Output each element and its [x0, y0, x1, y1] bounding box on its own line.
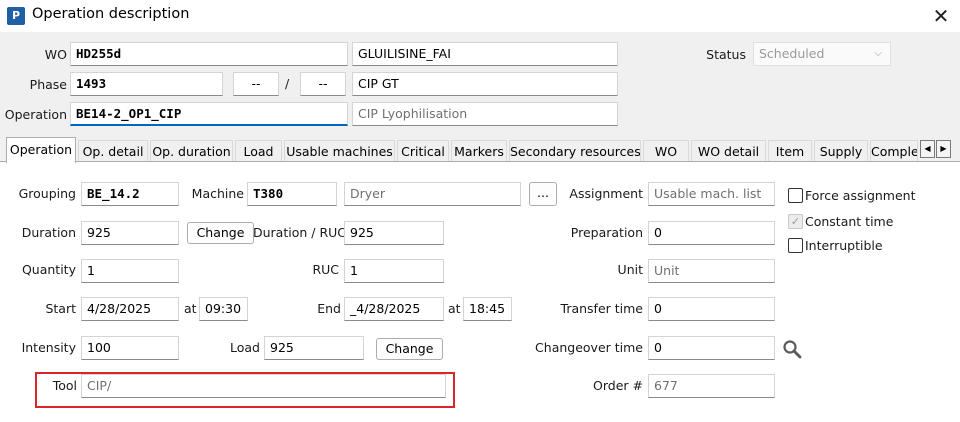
intensity-input[interactable]: 100 [81, 336, 179, 360]
ruc-label: RUC [312, 262, 339, 277]
phase-description-field[interactable]: CIP GT [352, 72, 618, 96]
tab-supply[interactable]: Supply [814, 140, 868, 162]
tab-complete[interactable]: Comple [870, 140, 918, 162]
phase-label: Phase [29, 77, 67, 92]
tab-usable-machines[interactable]: Usable machines [284, 140, 395, 162]
tool-input[interactable]: CIP/ [81, 374, 446, 398]
tab-scroll-left-icon[interactable]: ◀ [920, 140, 935, 158]
tab-critical[interactable]: Critical [397, 140, 449, 162]
status-select[interactable]: Scheduled ⌵ [753, 42, 891, 66]
phase-sub1-input[interactable]: -- [233, 72, 279, 96]
assignment-label: Assignment [569, 186, 643, 201]
preparation-label: Preparation [570, 225, 643, 240]
quantity-label: Quantity [21, 262, 76, 277]
load-label: Load [230, 340, 260, 355]
machine-input[interactable]: T380 [247, 182, 337, 206]
duration-input[interactable]: 925 [81, 221, 179, 245]
unit-input[interactable]: Unit [648, 259, 775, 283]
operation-label: Operation [4, 107, 67, 122]
tab-secondary-resources[interactable]: Secondary resources [509, 140, 641, 162]
transfer-time-label: Transfer time [560, 301, 643, 316]
app-icon: P [7, 7, 25, 25]
end-at-label: at [448, 301, 461, 316]
interruptible-label: Interruptible [805, 238, 883, 253]
quantity-input[interactable]: 1 [81, 259, 179, 283]
phase-sub2-input[interactable]: -- [300, 72, 346, 96]
tab-markers[interactable]: Markers [451, 140, 507, 162]
start-at-label: at [184, 301, 197, 316]
unit-label: Unit [617, 262, 643, 277]
interruptible-checkbox[interactable] [788, 238, 803, 253]
end-label: End [317, 301, 341, 316]
phase-input[interactable]: 1493 [70, 72, 223, 96]
status-value: Scheduled [759, 46, 825, 61]
close-icon[interactable]: ✕ [928, 3, 954, 29]
load-input[interactable]: 925 [264, 336, 364, 360]
tab-op-duration[interactable]: Op. duration [150, 140, 233, 162]
machine-description-field[interactable]: Dryer [344, 182, 521, 206]
grouping-label: Grouping [18, 186, 76, 201]
window-title: Operation description [32, 6, 190, 22]
machine-label: Machine [191, 186, 244, 201]
start-date-input[interactable]: 4/28/2025 [81, 297, 179, 321]
tool-label: Tool [52, 378, 77, 393]
status-label: Status [706, 47, 746, 62]
start-label: Start [45, 301, 76, 316]
chevron-down-icon: ⌵ [874, 48, 882, 59]
preparation-input[interactable]: 0 [648, 221, 775, 245]
intensity-label: Intensity [21, 340, 76, 355]
start-time-input[interactable]: 09:30 [199, 297, 248, 321]
transfer-time-input[interactable]: 0 [648, 297, 775, 321]
tab-wo-detail[interactable]: WO detail [691, 140, 766, 162]
duration-label: Duration [21, 225, 76, 240]
machine-browse-button[interactable]: ... [529, 182, 557, 206]
wo-description-field[interactable]: GLUILISINE_FAI [352, 42, 618, 66]
tab-bar: Operation Op. detail Op. duration Load U… [0, 137, 960, 163]
constant-time-checkbox[interactable]: ✓ [788, 214, 803, 229]
tab-load[interactable]: Load [235, 140, 282, 162]
wo-input[interactable]: HD255d [70, 42, 348, 66]
force-assignment-label: Force assignment [805, 188, 916, 203]
tab-operation[interactable]: Operation [6, 137, 76, 163]
end-time-input[interactable]: 18:45 [463, 297, 512, 321]
ruc-input[interactable]: 1 [344, 259, 444, 283]
duration-change-button[interactable]: Change [187, 222, 254, 244]
order-number-input[interactable]: 677 [648, 374, 775, 398]
end-date-input[interactable]: _4/28/2025 [344, 297, 444, 321]
force-assignment-checkbox[interactable] [788, 188, 803, 203]
operation-description-field[interactable]: CIP Lyophilisation [352, 102, 618, 126]
tab-wo[interactable]: WO [643, 140, 689, 162]
constant-time-label: Constant time [805, 214, 894, 229]
wo-label: WO [44, 47, 67, 62]
operation-input[interactable]: BE14-2_OP1_CIP [70, 102, 348, 126]
phase-separator: / [285, 76, 290, 91]
changeover-time-label: Changeover time [535, 340, 643, 355]
changeover-time-input[interactable]: 0 [648, 336, 775, 360]
grouping-input[interactable]: BE_14.2 [81, 182, 179, 206]
search-icon[interactable] [782, 339, 802, 359]
assignment-input[interactable]: Usable mach. list [648, 182, 775, 206]
tab-item[interactable]: Item [768, 140, 812, 162]
duration-ruc-input[interactable]: 925 [344, 221, 444, 245]
order-number-label: Order # [593, 378, 643, 393]
tab-scroll-right-icon[interactable]: ▶ [936, 140, 951, 158]
duration-ruc-label: Duration / RUC [253, 225, 347, 240]
load-change-button[interactable]: Change [376, 338, 443, 360]
tab-op-detail[interactable]: Op. detail [78, 140, 148, 162]
